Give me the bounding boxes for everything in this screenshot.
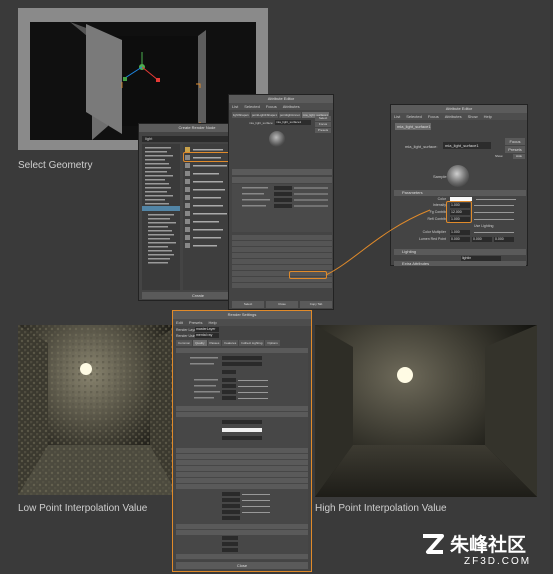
tab-quality[interactable]: Quality: [193, 340, 207, 346]
menu-edit[interactable]: Edit: [176, 319, 183, 326]
render-layer-select[interactable]: masterLayer: [195, 327, 219, 332]
caption-high-point: High Point Interpolation Value: [315, 503, 447, 514]
brand-logo-icon: [423, 534, 444, 554]
watermark: 朱峰社区 ZF3D.COM: [420, 528, 548, 572]
tab-features[interactable]: Features: [222, 340, 239, 346]
caption-low-point: Low Point Interpolation Value: [18, 503, 148, 514]
settings-scroll-area[interactable]: [176, 348, 308, 560]
tab-common[interactable]: Common: [176, 340, 193, 346]
tab-indirect-lighting[interactable]: Indirect Lighting: [239, 340, 265, 346]
window-title: Render Settings: [173, 311, 311, 319]
tab-options[interactable]: Options: [265, 340, 280, 346]
render-using-select[interactable]: mental ray: [195, 333, 219, 338]
close-button[interactable]: Close: [176, 562, 308, 569]
tab-bar: Common Quality Passes Features Indirect …: [176, 340, 308, 346]
menu-bar: Edit Presets Help: [173, 319, 311, 326]
render-high-point: [315, 325, 537, 497]
render-low-image: [18, 325, 178, 495]
render-high-image: [315, 325, 537, 497]
settings-content: [176, 348, 308, 559]
menu-presets[interactable]: Presets: [189, 319, 203, 326]
brand-domain: ZF3D.COM: [464, 556, 532, 567]
brand-name: 朱峰社区: [450, 534, 527, 556]
render-settings-window[interactable]: Render Settings Edit Presets Help Render…: [172, 310, 312, 572]
tab-passes[interactable]: Passes: [207, 340, 222, 346]
menu-help[interactable]: Help: [208, 319, 216, 326]
render-low-point: [18, 325, 178, 495]
